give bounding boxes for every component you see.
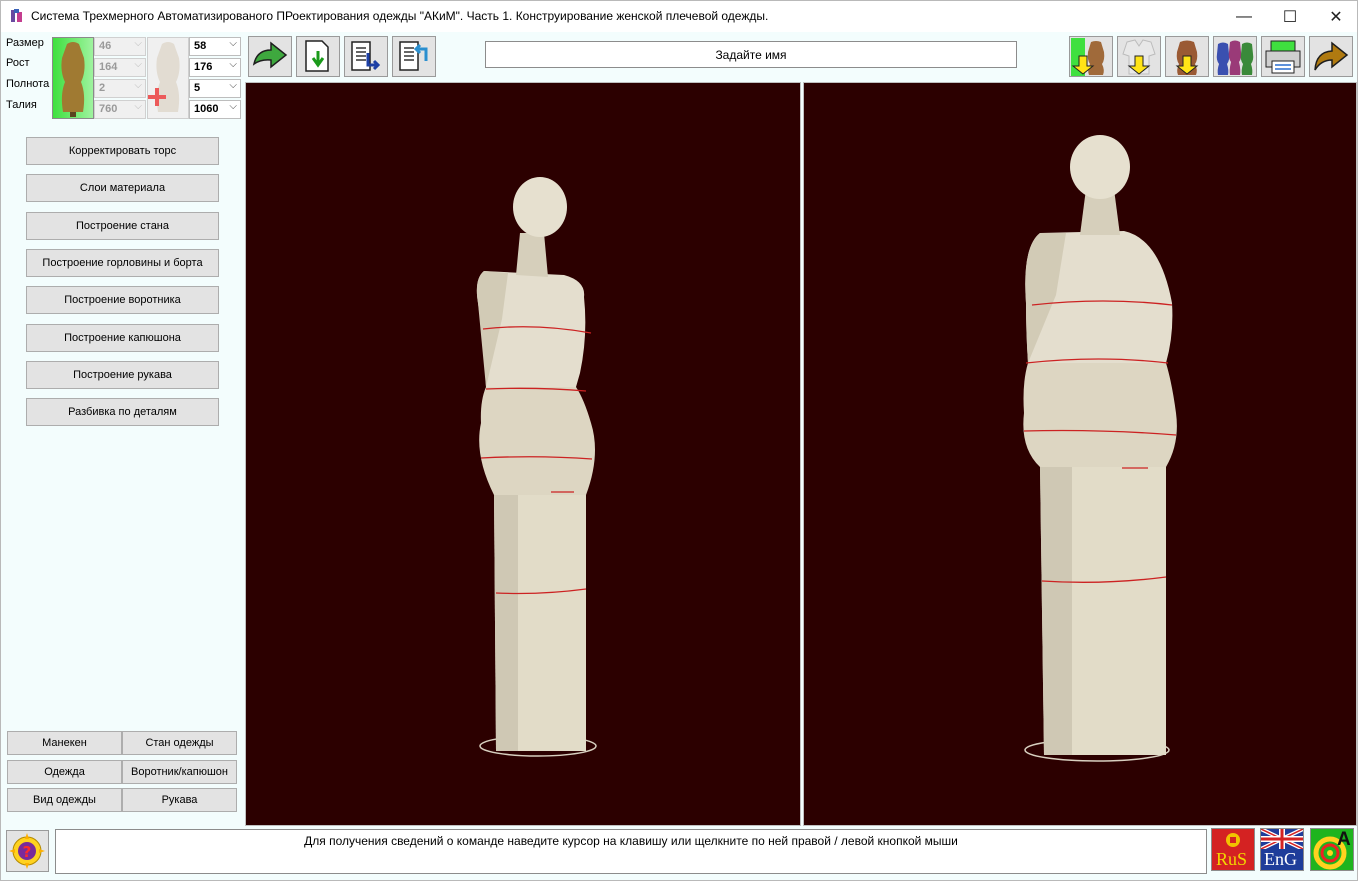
app-logo-icon <box>11 9 22 22</box>
base-size-select: 46 ⌵ <box>94 37 146 56</box>
load-mannequin-button[interactable] <box>1069 36 1113 77</box>
green-arrow-right-icon <box>252 40 288 69</box>
uk-flag-icon <box>1260 827 1304 851</box>
close-button[interactable]: ✕ <box>1313 1 1358 32</box>
document-save-icon <box>351 40 381 71</box>
printer-icon <box>1265 40 1301 73</box>
akim-logo-letter: A <box>1337 829 1351 850</box>
build-hood-button[interactable]: Построение капюшона <box>26 324 219 352</box>
maximize-button[interactable]: ☐ <box>1267 1 1313 32</box>
status-bar: Для получения сведений о команде наведит… <box>55 829 1207 874</box>
plus-icon <box>148 88 166 106</box>
minimize-button[interactable]: — <box>1221 1 1267 32</box>
collar-hood-view-button[interactable]: Воротник/капюшон <box>122 760 237 784</box>
load-file-button[interactable] <box>392 36 436 77</box>
label-height: Рост <box>6 57 30 69</box>
base-mannequin-icon <box>52 37 94 119</box>
help-button[interactable]: ? <box>6 830 49 872</box>
window-title: Система Трехмерного Автоматизированого П… <box>31 9 769 23</box>
viewport-base-mannequin[interactable] <box>245 82 801 826</box>
mannequin-view-button[interactable]: Манекен <box>7 731 122 755</box>
next-step-button[interactable] <box>248 36 292 77</box>
load-garment-button[interactable] <box>1117 36 1161 77</box>
height-select[interactable]: 176 ⌵ <box>189 58 241 77</box>
document-down-icon <box>305 39 329 72</box>
target-mannequin-render <box>1023 135 1177 762</box>
viewport-target-mannequin[interactable] <box>803 82 1357 826</box>
size-select[interactable]: 58 ⌵ <box>189 37 241 56</box>
exit-button[interactable] <box>1309 36 1353 77</box>
split-details-button[interactable]: Разбивка по деталям <box>26 398 219 426</box>
document-load-icon <box>399 40 428 71</box>
label-fullness: Полнота <box>6 78 50 90</box>
fullness-select[interactable]: 5 ⌵ <box>189 79 241 98</box>
waist-select[interactable]: 1060 ⌵ <box>189 100 241 119</box>
svg-text:?: ? <box>23 843 32 861</box>
base-waist-select: 760 ⌵ <box>94 100 146 119</box>
build-sleeve-button[interactable]: Построение рукава <box>26 361 219 389</box>
russian-language-label: RuS <box>1216 849 1248 869</box>
build-body-button[interactable]: Построение стана <box>26 212 219 240</box>
app-window: Система Трехмерного Автоматизированого П… <box>0 0 1358 881</box>
title-bar: Система Трехмерного Автоматизированого П… <box>1 1 1357 32</box>
build-neckline-button[interactable]: Построение горловины и борта <box>26 249 219 277</box>
correct-torso-button[interactable]: Корректировать торс <box>26 137 219 165</box>
material-layers-button[interactable]: Слои материала <box>26 174 219 202</box>
build-collar-button[interactable]: Построение воротника <box>26 286 219 314</box>
mannequins-group-icon <box>1216 40 1254 75</box>
dressed-mannequin-down-icon <box>1175 40 1199 75</box>
mannequin-down-icon <box>1071 37 1105 76</box>
body-view-button[interactable]: Стан одежды <box>122 731 237 755</box>
garment-view-button[interactable]: Одежда <box>7 760 122 784</box>
english-language-label: EnG <box>1264 849 1297 869</box>
load-dressed-mannequin-button[interactable] <box>1165 36 1209 77</box>
label-size: Размер <box>6 37 44 49</box>
design-name-field[interactable]: Задайте имя <box>485 41 1017 68</box>
english-language-button[interactable]: EnG <box>1260 827 1304 871</box>
open-file-button[interactable] <box>296 36 340 77</box>
mannequin-gallery-button[interactable] <box>1213 36 1257 77</box>
base-mannequin-render <box>476 177 597 757</box>
sleeves-view-button[interactable]: Рукава <box>122 788 237 812</box>
save-file-button[interactable] <box>344 36 388 77</box>
left-panel: Размер Рост Полнота Талия 46 ⌵ 164 ⌵ 2 ⌵ 76… <box>1 32 244 827</box>
exit-arrow-icon <box>1314 40 1349 70</box>
label-waist: Талия <box>6 99 37 111</box>
base-fullness-select: 2 ⌵ <box>94 79 146 98</box>
about-button[interactable]: A <box>1310 828 1354 871</box>
help-question-icon: ? <box>9 833 45 869</box>
garment-type-button[interactable]: Вид одежды <box>7 788 122 812</box>
base-height-select: 164 ⌵ <box>94 58 146 77</box>
russian-language-button[interactable]: RuS <box>1211 828 1255 871</box>
garment-down-icon <box>1122 38 1156 75</box>
toolbar: Задайте имя <box>244 32 1357 82</box>
print-button[interactable] <box>1261 36 1305 77</box>
